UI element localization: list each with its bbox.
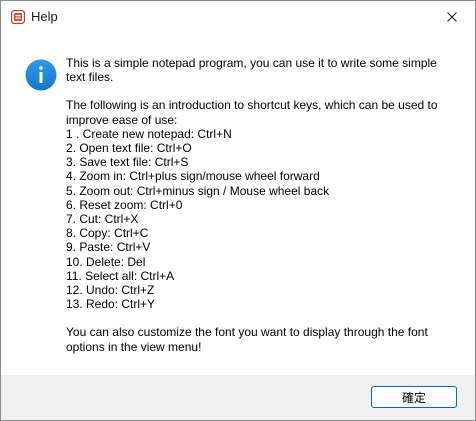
shortcut-item: 4. Zoom in: Ctrl+plus sign/mouse wheel f… [66,169,320,184]
dialog-footer: 確定 [1,375,475,420]
shortcut-item: 3. Save text file: Ctrl+S [66,155,189,170]
dialog-content: This is a simple notepad program, you ca… [1,33,475,375]
ok-button[interactable]: 確定 [371,386,457,408]
intro-line: text files. [66,70,114,85]
window-title: Help [31,9,58,24]
shortcuts-paragraph: The following is an introduction to shor… [66,98,461,311]
shortcut-item: 1 . Create new notepad: Ctrl+N [66,126,232,141]
shortcut-item: 7. Cut: Ctrl+X [66,212,139,227]
outro-line: options in the view menu! [66,339,202,354]
shortcut-item: 10. Delete: Del [66,254,146,269]
intro-line: This is a simple notepad program, you ca… [66,56,437,70]
shortcut-item: 11. Select all: Ctrl+A [66,268,175,283]
title-bar[interactable]: Help [1,1,475,33]
outro-paragraph: You can also customize the font you want… [66,325,461,353]
notepad-app-icon [10,9,26,25]
close-icon [447,12,457,22]
outro-line: You can also customize the font you want… [66,325,428,340]
shortcut-item: 8. Copy: Ctrl+C [66,226,149,241]
shortcuts-intro-line: The following is an introduction to shor… [66,98,438,113]
shortcuts-intro-line: improve ease of use: [66,112,178,127]
help-message: This is a simple notepad program, you ca… [66,56,461,354]
intro-paragraph: This is a simple notepad program, you ca… [66,56,461,84]
info-icon [25,59,57,91]
shortcut-item: 13. Redo: Ctrl+Y [66,297,156,312]
shortcut-item: 5. Zoom out: Ctrl+minus sign / Mouse whe… [66,183,330,198]
shortcut-item: 12. Undo: Ctrl+Z [66,283,155,298]
shortcut-item: 6. Reset zoom: Ctrl+0 [66,197,183,212]
close-button[interactable] [429,1,475,33]
help-dialog-window: Help This is a simple notepad program, y… [0,0,476,421]
shortcut-item: 2. Open text file: Ctrl+O [66,141,192,156]
shortcut-item: 9. Paste: Ctrl+V [66,240,151,255]
